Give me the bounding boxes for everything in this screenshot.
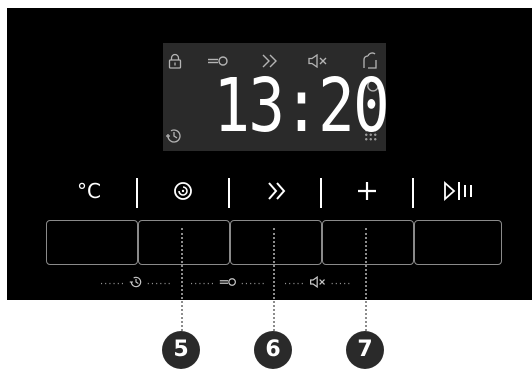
separator [320,178,322,208]
key-icon [219,278,236,286]
spiral-program-icon [174,182,192,200]
fast-forward-button[interactable] [230,220,322,265]
callout-5: 5 [162,331,200,369]
timer-icon [129,276,142,288]
play-pause-button[interactable] [414,220,502,265]
callout-6: 6 [254,331,292,369]
separator [412,178,414,208]
play-pause-icon [444,180,472,202]
leader-line-7 [365,228,367,331]
mute-icon [309,275,325,289]
fast-forward-icon [268,182,286,200]
program-button[interactable] [138,220,230,265]
leader-line-5 [181,228,183,331]
plus-button[interactable] [322,220,414,265]
temperature-label: °C [77,179,101,203]
timer-icon [166,129,181,143]
clock-digits: 13:20 [213,63,390,149]
callout-7: 7 [346,331,384,369]
temperature-button[interactable] [46,220,138,265]
lock-icon [168,53,182,69]
combo-mute: ⋅⋅⋅⋅⋅ ⋅⋅⋅⋅⋅ [284,273,351,293]
plus-icon [358,182,376,200]
combo-lock: ⋅⋅⋅⋅⋅⋅ ⋅⋅⋅⋅⋅⋅ [190,278,266,290]
separator [136,178,138,208]
combo-timer: ⋅⋅⋅⋅⋅⋅ ⋅⋅⋅⋅⋅⋅ [100,273,172,293]
leader-line-6 [273,228,275,331]
separator [228,178,230,208]
